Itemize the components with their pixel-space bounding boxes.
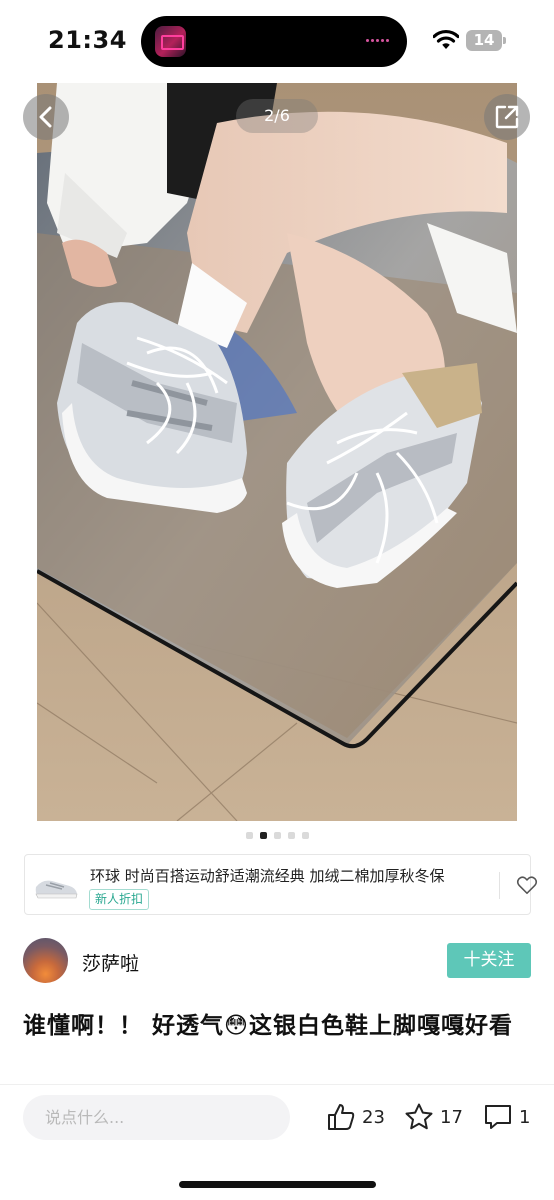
- shoes-photo-illustration: [37, 83, 517, 821]
- follow-button[interactable]: 十关注: [447, 943, 531, 978]
- thumbs-up-icon: [328, 1104, 355, 1130]
- comment-bubble-icon: [485, 1105, 511, 1129]
- star-icon: [405, 1103, 433, 1130]
- status-bar: 21:34 14: [0, 0, 554, 80]
- product-thumbnail: [35, 880, 78, 899]
- open-external-button[interactable]: [484, 94, 530, 140]
- status-time: 21:34: [48, 26, 127, 54]
- back-button[interactable]: [23, 94, 69, 140]
- like-count: 23: [362, 1106, 385, 1128]
- post-photo[interactable]: [37, 83, 517, 821]
- carousel-dots: [0, 832, 554, 839]
- favorite-button[interactable]: 17: [404, 1101, 463, 1133]
- comment-input[interactable]: 说点什么...: [23, 1095, 290, 1140]
- bottom-bar-divider: [0, 1084, 554, 1085]
- carousel-dot: [273, 832, 281, 839]
- island-activity-icon: [366, 39, 389, 42]
- carousel-dot: [287, 832, 295, 839]
- heart-icon[interactable]: [516, 874, 538, 896]
- product-card[interactable]: 环球 时尚百搭运动舒适潮流经典 加绒二棉加厚秋冬保 新人折扣: [24, 854, 538, 915]
- dynamic-island: [141, 16, 407, 67]
- carousel-dot: [245, 832, 253, 839]
- wifi-icon: [433, 29, 459, 49]
- divider: [499, 872, 500, 899]
- back-arrow-icon: [39, 106, 52, 128]
- share-external-icon: [495, 105, 519, 129]
- post-text: 谁懂啊！！ 好透气😳这银白色鞋上脚嘎嘎好看: [23, 1013, 513, 1039]
- island-app-icon: [155, 26, 186, 57]
- discount-badge: 新人折扣: [89, 889, 150, 910]
- avatar[interactable]: [23, 938, 68, 983]
- author-name[interactable]: 莎萨啦: [82, 949, 139, 976]
- comment-count: 1: [519, 1106, 531, 1128]
- comment-button[interactable]: 1: [483, 1101, 530, 1133]
- battery-icon: 14: [466, 30, 506, 51]
- favorite-count: 17: [440, 1106, 463, 1128]
- carousel-dot-active: [259, 832, 267, 839]
- photo-page-indicator: 2/6: [236, 99, 318, 133]
- like-button[interactable]: 23: [326, 1101, 385, 1133]
- home-indicator: [179, 1181, 376, 1188]
- carousel-dot: [301, 832, 309, 839]
- product-title: 环球 时尚百搭运动舒适潮流经典 加绒二棉加厚秋冬保: [90, 867, 445, 885]
